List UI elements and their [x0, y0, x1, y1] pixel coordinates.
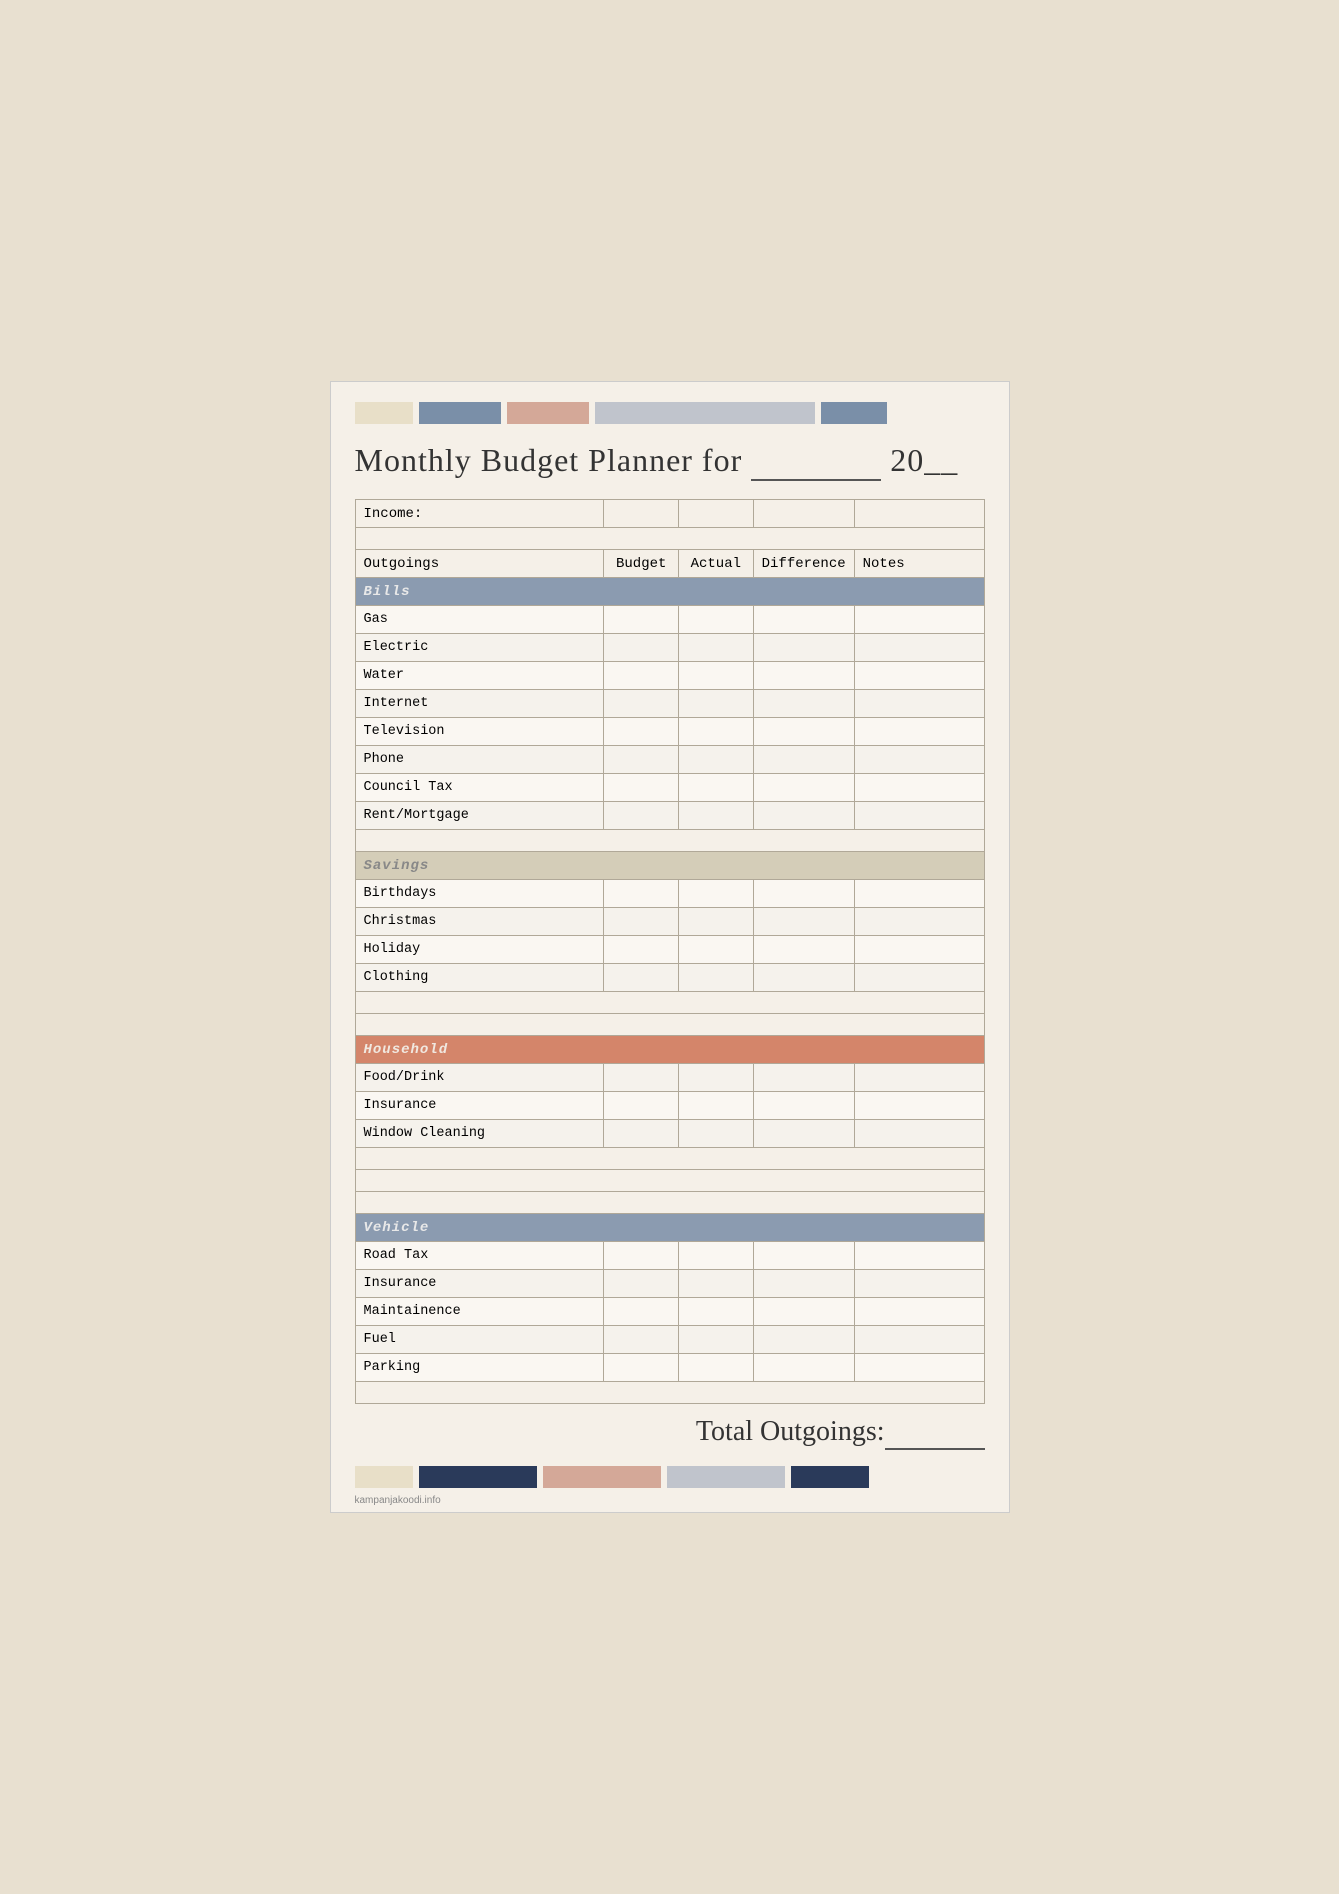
row-gas: Gas: [355, 606, 984, 634]
top-bar-3: [507, 402, 589, 424]
income-notes: [854, 500, 984, 528]
item-electric: Electric: [355, 634, 604, 662]
blank-row-4: [355, 1014, 984, 1036]
bottom-bar-4: [667, 1466, 785, 1488]
item-council-tax: Council Tax: [355, 774, 604, 802]
bottom-bar-3: [543, 1466, 661, 1488]
vehicle-label: Vehicle: [355, 1214, 984, 1242]
col-notes: Notes: [854, 550, 984, 578]
bottom-bar-2: [419, 1466, 537, 1488]
row-food-drink: Food/Drink: [355, 1064, 984, 1092]
total-value-line: [885, 1416, 985, 1450]
income-label: Income:: [355, 500, 604, 528]
row-road-tax: Road Tax: [355, 1242, 984, 1270]
category-vehicle: Vehicle: [355, 1214, 984, 1242]
item-holiday: Holiday: [355, 936, 604, 964]
row-television: Television: [355, 718, 984, 746]
item-phone: Phone: [355, 746, 604, 774]
title-year-line: __: [924, 442, 958, 478]
item-clothing: Clothing: [355, 964, 604, 992]
col-outgoings: Outgoings: [355, 550, 604, 578]
row-clothing: Clothing: [355, 964, 984, 992]
row-rent-mortgage: Rent/Mortgage: [355, 802, 984, 830]
row-council-tax: Council Tax: [355, 774, 984, 802]
income-budget: [604, 500, 679, 528]
blank-row-3: [355, 992, 984, 1014]
top-bar-4: [595, 402, 815, 424]
item-birthdays: Birthdays: [355, 880, 604, 908]
title-year: 20: [890, 442, 924, 478]
item-maintainence: Maintainence: [355, 1298, 604, 1326]
top-decoration-bars: [355, 402, 985, 424]
title-text: Monthly Budget Planner for: [355, 442, 743, 478]
page-title: Monthly Budget Planner for 20__: [355, 442, 985, 481]
bottom-bar-1: [355, 1466, 413, 1488]
row-insurance-vehicle: Insurance: [355, 1270, 984, 1298]
item-rent-mortgage: Rent/Mortgage: [355, 802, 604, 830]
top-bar-2: [419, 402, 501, 424]
blank-row-7: [355, 1192, 984, 1214]
row-holiday: Holiday: [355, 936, 984, 964]
item-insurance-household: Insurance: [355, 1092, 604, 1120]
income-diff: [753, 500, 854, 528]
item-food-drink: Food/Drink: [355, 1064, 604, 1092]
row-window-cleaning: Window Cleaning: [355, 1120, 984, 1148]
row-internet: Internet: [355, 690, 984, 718]
table-header-row: Outgoings Budget Actual Difference Notes: [355, 550, 984, 578]
bills-label: Bills: [355, 578, 984, 606]
blank-row-2: [355, 830, 984, 852]
row-fuel: Fuel: [355, 1326, 984, 1354]
category-savings: Savings: [355, 852, 984, 880]
item-internet: Internet: [355, 690, 604, 718]
item-television: Television: [355, 718, 604, 746]
col-actual: Actual: [679, 550, 754, 578]
bottom-decoration-bars: [355, 1466, 985, 1488]
item-road-tax: Road Tax: [355, 1242, 604, 1270]
row-christmas: Christmas: [355, 908, 984, 936]
title-name-line: [751, 442, 881, 481]
top-bar-1: [355, 402, 413, 424]
col-difference: Difference: [753, 550, 854, 578]
blank-row-1: [355, 528, 984, 550]
blank-row-5: [355, 1148, 984, 1170]
row-birthdays: Birthdays: [355, 880, 984, 908]
row-maintainence: Maintainence: [355, 1298, 984, 1326]
row-insurance-household: Insurance: [355, 1092, 984, 1120]
row-water: Water: [355, 662, 984, 690]
category-household: Household: [355, 1036, 984, 1064]
total-label: Total Outgoings:: [696, 1416, 885, 1450]
income-actual: [679, 500, 754, 528]
item-parking: Parking: [355, 1354, 604, 1382]
income-row: Income:: [355, 500, 984, 528]
item-fuel: Fuel: [355, 1326, 604, 1354]
item-christmas: Christmas: [355, 908, 604, 936]
row-electric: Electric: [355, 634, 984, 662]
budget-planner-page: Monthly Budget Planner for 20__ Income: …: [330, 381, 1010, 1513]
budget-table: Income: Outgoings Budget Actual Differen…: [355, 499, 985, 1404]
top-bar-5: [821, 402, 887, 424]
total-section: Total Outgoings:: [355, 1416, 985, 1450]
household-label: Household: [355, 1036, 984, 1064]
item-window-cleaning: Window Cleaning: [355, 1120, 604, 1148]
row-parking: Parking: [355, 1354, 984, 1382]
row-phone: Phone: [355, 746, 984, 774]
bottom-bar-5: [791, 1466, 869, 1488]
category-bills: Bills: [355, 578, 984, 606]
blank-row-6: [355, 1170, 984, 1192]
footer-text: kampanjakoodi.info: [355, 1495, 441, 1506]
item-water: Water: [355, 662, 604, 690]
item-gas: Gas: [355, 606, 604, 634]
savings-label: Savings: [355, 852, 984, 880]
item-insurance-vehicle: Insurance: [355, 1270, 604, 1298]
blank-row-8: [355, 1382, 984, 1404]
col-budget: Budget: [604, 550, 679, 578]
